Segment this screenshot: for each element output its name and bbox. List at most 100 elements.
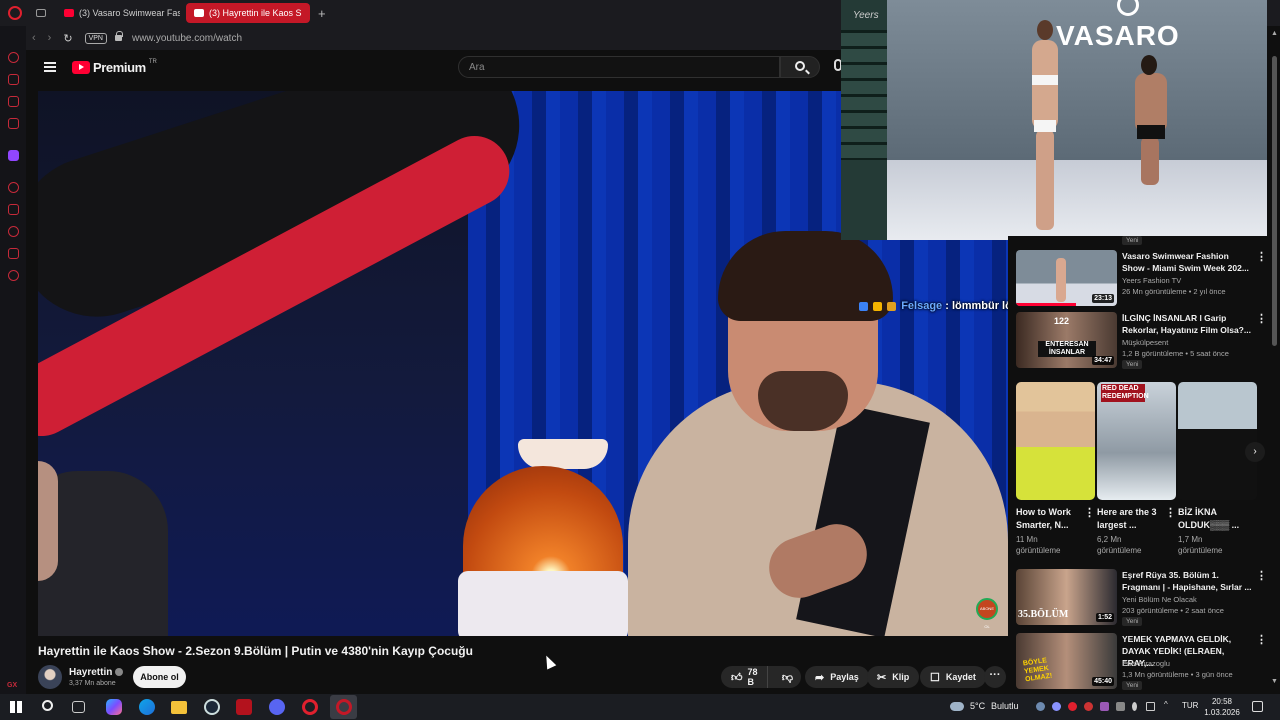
settings-icon[interactable] bbox=[8, 270, 19, 281]
reload-icon[interactable]: ↻ bbox=[63, 32, 72, 45]
short-card[interactable]: How to Work Smarter, N... 11 Mn görüntül… bbox=[1016, 382, 1095, 556]
scroll-down-arrow-icon[interactable]: ▼ bbox=[1271, 678, 1278, 685]
share-button[interactable]: ➦ Paylaş bbox=[805, 666, 869, 688]
list-item[interactable]: 122 ENTERESAN İNSANLAR 34:47 İLGİNÇ İNSA… bbox=[1016, 312, 1267, 369]
channel-name[interactable]: Enis Kirazoglu bbox=[1122, 659, 1170, 668]
menu-icon[interactable] bbox=[44, 62, 56, 72]
like-button[interactable]: 👍︎ 78 B bbox=[721, 666, 768, 688]
opera-logo-icon[interactable] bbox=[8, 6, 22, 20]
back-arrow-icon[interactable]: ‹ bbox=[32, 32, 36, 44]
bag-icon[interactable] bbox=[8, 74, 19, 85]
kebab-menu-icon[interactable]: ⋮ bbox=[1165, 506, 1176, 519]
lock-icon[interactable] bbox=[114, 31, 123, 41]
player-icon[interactable] bbox=[8, 118, 19, 129]
short-title[interactable]: How to Work Smarter, N... bbox=[1016, 506, 1082, 532]
video-thumbnail[interactable]: 122 ENTERESAN İNSANLAR 34:47 bbox=[1016, 312, 1117, 368]
shelf-next-arrow-icon[interactable]: › bbox=[1245, 442, 1265, 462]
history-icon[interactable] bbox=[8, 226, 19, 237]
messenger-icon[interactable] bbox=[8, 96, 19, 107]
task-view-icon[interactable] bbox=[72, 701, 85, 713]
vpn-badge[interactable]: VPN bbox=[84, 32, 107, 44]
scroll-up-arrow-icon[interactable]: ▲ bbox=[1271, 30, 1278, 37]
channel-name[interactable]: Yeers Fashion TV bbox=[1122, 276, 1181, 285]
page-scrollbar[interactable]: ▲ ▼ bbox=[1269, 26, 1280, 694]
aria-icon[interactable] bbox=[8, 52, 19, 63]
notification-icon[interactable] bbox=[1252, 701, 1263, 712]
kebab-menu-icon[interactable]: ⋮ bbox=[1256, 250, 1267, 263]
video-thumbnail[interactable]: BÖYLE YEMEK OLMAZ! 45:40 bbox=[1016, 633, 1117, 689]
video-thumbnail[interactable]: 35.BÖLÜM 1:52 bbox=[1016, 569, 1117, 625]
channel-name[interactable]: Müşkülpesent bbox=[1122, 338, 1168, 347]
channel-name[interactable]: Hayrettin bbox=[69, 667, 124, 678]
share-label: Paylaş bbox=[830, 672, 859, 682]
video-title[interactable]: Eşref Rüya 35. Bölüm 1. Fragmanı | - Hap… bbox=[1122, 569, 1252, 593]
kebab-menu-icon[interactable]: ⋮ bbox=[1084, 506, 1095, 519]
clip-button[interactable]: ✂ Klip bbox=[867, 666, 920, 688]
list-item[interactable]: 23:13 Vasaro Swimwear Fashion Show - Mia… bbox=[1016, 250, 1267, 306]
short-title[interactable]: Here are the 3 largest ... bbox=[1097, 506, 1163, 532]
video-thumbnail[interactable]: 23:13 bbox=[1016, 250, 1117, 306]
tab-switcher-icon[interactable] bbox=[36, 9, 46, 17]
tab-vasaro[interactable]: (3) Vasaro Swimwear Fashi bbox=[56, 3, 180, 23]
steam-tray-icon[interactable] bbox=[1036, 702, 1045, 711]
short-thumbnail[interactable]: RED DEAD REDEMPTION bbox=[1097, 382, 1176, 500]
weather-text[interactable]: Bulutlu bbox=[991, 701, 1019, 711]
dislike-button[interactable]: 👎︎ bbox=[774, 671, 801, 684]
search-button[interactable] bbox=[780, 56, 820, 78]
weather-temp[interactable]: 5°C bbox=[970, 701, 985, 711]
kebab-menu-icon[interactable]: ⋮ bbox=[1256, 633, 1267, 646]
youtube-logo[interactable]: Premium TR bbox=[72, 59, 157, 75]
video-title[interactable]: Vasaro Swimwear Fashion Show - Miami Swi… bbox=[1122, 250, 1252, 274]
kebab-menu-icon[interactable]: ⋮ bbox=[1256, 569, 1267, 582]
discord-icon[interactable] bbox=[8, 182, 19, 193]
edge-icon[interactable] bbox=[139, 699, 155, 715]
channel-avatar[interactable] bbox=[38, 665, 62, 689]
short-title[interactable]: BİZ İKNA OLDUK▒▒▒ ... bbox=[1178, 506, 1244, 532]
more-actions-button[interactable]: ··· bbox=[984, 666, 1006, 688]
language-indicator[interactable]: TUR bbox=[1182, 701, 1198, 710]
clock[interactable]: 20:58 1.03.2026 bbox=[1202, 696, 1242, 718]
steam-icon[interactable] bbox=[204, 699, 220, 715]
picture-in-picture-window[interactable]: Yeers VASARO bbox=[841, 0, 1267, 240]
extensions-icon[interactable] bbox=[8, 248, 19, 259]
short-card[interactable]: BİZ İKNA OLDUK▒▒▒ ... 1,7 Mn görüntüleme bbox=[1178, 382, 1257, 556]
file-explorer-icon[interactable] bbox=[171, 701, 187, 714]
copilot-icon[interactable] bbox=[106, 699, 122, 715]
taskbar-search-icon[interactable] bbox=[42, 700, 53, 711]
tab-hayrettin[interactable]: (3) Hayrettin ile Kaos S bbox=[186, 3, 310, 23]
bookmark-icon[interactable] bbox=[8, 204, 19, 215]
channel-name[interactable]: Yeni Bölüm Ne Olacak bbox=[1122, 595, 1197, 604]
subscribe-watermark[interactable]: ABONE OL bbox=[976, 598, 998, 629]
model-bottom bbox=[1034, 120, 1056, 132]
gx-label[interactable]: GX bbox=[7, 682, 17, 689]
subscribe-button[interactable]: Abone ol bbox=[133, 666, 186, 688]
red-tray-icon[interactable] bbox=[1084, 702, 1093, 711]
forward-arrow-icon[interactable]: › bbox=[48, 32, 52, 44]
scroll-thumb[interactable] bbox=[1272, 56, 1277, 346]
opera-tray-icon[interactable] bbox=[1068, 702, 1077, 711]
discord-taskbar-icon[interactable] bbox=[269, 699, 285, 715]
news-app-icon[interactable] bbox=[236, 699, 252, 715]
grid-tray-icon[interactable] bbox=[1116, 702, 1125, 711]
cloud-icon[interactable] bbox=[950, 702, 964, 711]
save-button[interactable]: ☐ Kaydet bbox=[920, 666, 986, 688]
mic-tray-icon[interactable] bbox=[1132, 702, 1137, 711]
windows-start-icon[interactable] bbox=[10, 701, 22, 713]
discord-tray-icon[interactable] bbox=[1052, 702, 1061, 711]
chevron-up-icon[interactable]: ^ bbox=[1164, 700, 1173, 709]
short-thumbnail[interactable] bbox=[1016, 382, 1095, 500]
list-item[interactable]: 35.BÖLÜM 1:52 Eşref Rüya 35. Bölüm 1. Fr… bbox=[1016, 569, 1267, 626]
twitch-icon[interactable] bbox=[8, 150, 19, 161]
opera-gx-taskbar-icon[interactable] bbox=[336, 699, 352, 715]
opera-taskbar-icon[interactable] bbox=[302, 699, 318, 715]
kebab-menu-icon[interactable]: ⋮ bbox=[1256, 312, 1267, 325]
display-tray-icon[interactable] bbox=[1146, 702, 1155, 711]
short-card[interactable]: RED DEAD REDEMPTION Here are the 3 large… bbox=[1097, 382, 1176, 556]
purple-tray-icon[interactable] bbox=[1100, 702, 1109, 711]
url-field[interactable]: www.youtube.com/watch bbox=[132, 33, 242, 44]
video-title[interactable]: İLGİNÇ İNSANLAR l Garip Rekorlar, Hayatı… bbox=[1122, 312, 1252, 336]
list-item[interactable]: BÖYLE YEMEK OLMAZ! 45:40 YEMEK YAPMAYA G… bbox=[1016, 633, 1267, 690]
short-thumbnail[interactable] bbox=[1178, 382, 1257, 500]
search-input[interactable]: Ara bbox=[458, 56, 780, 78]
new-tab-button[interactable]: + bbox=[318, 6, 326, 21]
